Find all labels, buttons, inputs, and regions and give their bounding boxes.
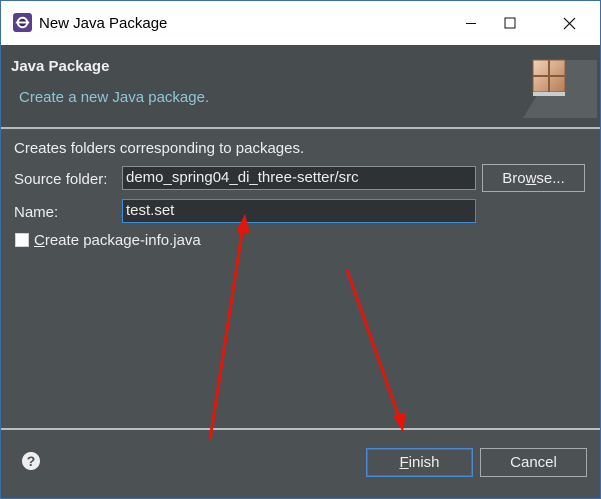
name-label: Name: — [14, 204, 59, 221]
finish-label-rest: inish — [408, 454, 440, 471]
minimize-icon — [466, 23, 476, 24]
package-info-label-rest: reate package-info.java — [44, 232, 201, 249]
eclipse-icon — [13, 13, 32, 32]
new-java-package-dialog: New Java Package Java Package Create a n… — [0, 0, 601, 499]
wizard-title: Java Package — [11, 58, 110, 75]
finish-mnemonic: F — [399, 454, 409, 471]
create-package-info-label[interactable]: Create package-info.java — [34, 232, 201, 249]
package-wizard-banner-icon — [523, 59, 597, 118]
wizard-footer: ? Finish Cancel — [1, 430, 600, 498]
maximize-icon — [504, 17, 516, 29]
browse-label-mnemonic: w — [525, 169, 537, 187]
browse-label-pre: Bro — [502, 169, 526, 187]
wizard-body: Creates folders corresponding to package… — [1, 129, 600, 428]
window-title: New Java Package — [39, 15, 168, 32]
close-button[interactable] — [546, 1, 592, 45]
create-package-info-checkbox[interactable] — [15, 233, 29, 247]
source-folder-label: Source folder: — [14, 171, 108, 188]
maximize-button[interactable] — [487, 1, 533, 45]
cancel-button[interactable]: Cancel — [480, 448, 587, 477]
browse-button[interactable]: Bro w se... — [482, 164, 585, 192]
help-icon[interactable]: ? — [22, 452, 40, 470]
close-icon — [563, 17, 575, 29]
finish-button[interactable]: Finish — [366, 448, 473, 477]
browse-label-post: se... — [536, 169, 565, 187]
wizard-header: Java Package Create a new Java package. — [1, 45, 600, 127]
cancel-label: Cancel — [510, 454, 557, 471]
intro-text: Creates folders corresponding to package… — [14, 140, 305, 157]
package-info-mnemonic: C — [34, 232, 45, 249]
wizard-description: Create a new Java package. — [19, 89, 210, 106]
source-folder-input[interactable]: demo_spring04_di_three-setter/src — [122, 166, 476, 190]
package-name-input[interactable]: test.set — [122, 199, 476, 223]
title-bar[interactable]: New Java Package — [1, 1, 600, 45]
